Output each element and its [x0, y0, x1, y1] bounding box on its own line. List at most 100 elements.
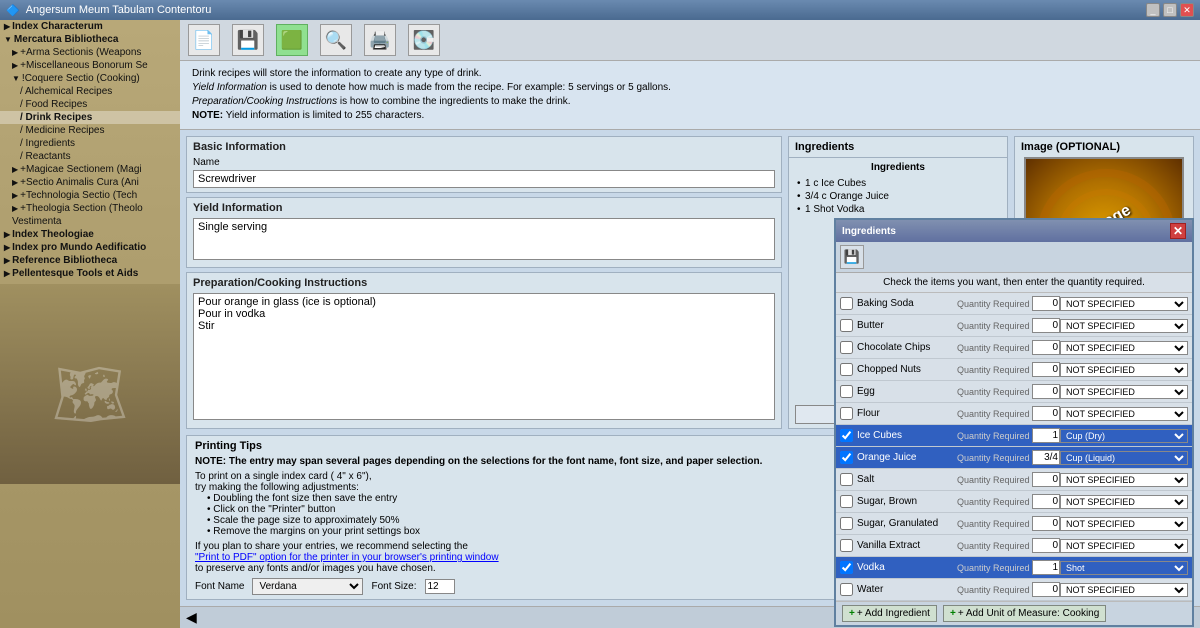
print-to-pdf-link[interactable]: "Print to PDF" option for the printer in… [195, 552, 499, 563]
salt-unit[interactable]: NOT SPECIFIED [1060, 473, 1188, 487]
yield-textarea[interactable]: Single serving [193, 218, 775, 260]
print-btn[interactable]: 🖨️ [364, 24, 396, 56]
sidebar-item-index-theo[interactable]: ▶Index Theologiae [0, 228, 180, 241]
sidebar-item-tech[interactable]: ▶+Technologia Sectio (Tech [0, 189, 180, 202]
sidebar-item-reference[interactable]: ▶Reference Bibliotheca [0, 254, 180, 267]
ingredient-row: Butter Quantity Required NOT SPECIFIED [836, 315, 1192, 337]
ingredient-row: Egg Quantity Required NOT SPECIFIED [836, 381, 1192, 403]
chopped-nuts-unit[interactable]: NOT SPECIFIED [1060, 363, 1188, 377]
expand-arrow: ▼ [12, 74, 20, 83]
search-btn[interactable]: 🔍 [320, 24, 352, 56]
sidebar-item-food[interactable]: / Food Recipes [0, 98, 180, 111]
font-name-select[interactable]: Verdana Arial Times New Roman [252, 578, 363, 595]
popup-close-btn[interactable]: ✕ [1170, 223, 1186, 239]
sidebar-item-vestimenta[interactable]: Vestimenta [0, 215, 180, 228]
water-qty[interactable] [1032, 582, 1060, 597]
baking-soda-check[interactable] [840, 297, 853, 310]
save-btn[interactable]: 💾 [232, 24, 264, 56]
egg-check[interactable] [840, 385, 853, 398]
sidebar-item-pellentesque[interactable]: ▶Pellentesque Tools et Aids [0, 267, 180, 280]
popup-save-btn[interactable]: 💾 [840, 245, 864, 269]
sidebar-item-ingredients[interactable]: / Ingredients [0, 137, 180, 150]
sidebar-item-misc[interactable]: ▶+Miscellaneous Bonorum Se [0, 59, 180, 72]
name-input[interactable] [193, 170, 775, 188]
basic-info-section: Basic Information Name [186, 136, 782, 193]
maximize-btn[interactable]: □ [1163, 3, 1177, 17]
vanilla-unit[interactable]: NOT SPECIFIED [1060, 539, 1188, 553]
water-unit[interactable]: NOT SPECIFIED [1060, 583, 1188, 597]
font-size-input[interactable] [425, 579, 455, 594]
baking-soda-qty[interactable] [1032, 296, 1060, 311]
sidebar-item-arma[interactable]: ▶+Arma Sectionis (Weapons [0, 46, 180, 59]
add-ingredient-btn[interactable]: + Add Ingredient [842, 605, 937, 622]
sugar-gran-qty[interactable] [1032, 516, 1060, 531]
expand-arrow: ▶ [4, 22, 10, 31]
chopped-nuts-qty[interactable] [1032, 362, 1060, 377]
oj-unit[interactable]: Cup (Liquid) [1060, 451, 1188, 465]
prep-textarea[interactable]: Pour orange in glass (ice is optional) P… [193, 293, 775, 420]
close-btn[interactable]: ✕ [1180, 3, 1194, 17]
choc-chips-name: Chocolate Chips [857, 342, 957, 353]
sugar-gran-unit[interactable]: NOT SPECIFIED [1060, 517, 1188, 531]
flour-check[interactable] [840, 407, 853, 420]
ice-cubes-unit[interactable]: Cup (Dry) [1060, 429, 1188, 443]
sidebar: ▶Index Characterum ▼Mercatura Bibliothec… [0, 20, 180, 628]
expand-arrow: ▼ [4, 35, 12, 44]
prep-italic: Preparation/Cooking Instructions [192, 96, 337, 107]
flour-unit[interactable]: NOT SPECIFIED [1060, 407, 1188, 421]
info-area: Drink recipes will store the information… [180, 61, 1200, 130]
vodka-qty[interactable] [1032, 560, 1060, 575]
chopped-nuts-check[interactable] [840, 363, 853, 376]
expand-arrow: ▶ [12, 48, 18, 57]
sidebar-item-magicae[interactable]: ▶+Magicae Sectionem (Magi [0, 163, 180, 176]
sidebar-item-medicine[interactable]: / Medicine Recipes [0, 124, 180, 137]
qty-label: Quantity Required [957, 299, 1032, 309]
sidebar-item-index-char[interactable]: ▶Index Characterum [0, 20, 180, 33]
ice-cubes-check[interactable] [840, 429, 853, 442]
sugar-brown-qty[interactable] [1032, 494, 1060, 509]
baking-soda-unit[interactable]: NOT SPECIFIED [1060, 297, 1188, 311]
flour-qty[interactable] [1032, 406, 1060, 421]
butter-check[interactable] [840, 319, 853, 332]
egg-unit[interactable]: NOT SPECIFIED [1060, 385, 1188, 399]
salt-check[interactable] [840, 473, 853, 486]
sidebar-item-drink[interactable]: / Drink Recipes [0, 111, 180, 124]
egg-qty[interactable] [1032, 384, 1060, 399]
ice-cubes-qty[interactable] [1032, 428, 1060, 443]
prev-btn[interactable]: ◀ [186, 609, 197, 626]
salt-name: Salt [857, 474, 957, 485]
salt-qty[interactable] [1032, 472, 1060, 487]
butter-unit[interactable]: NOT SPECIFIED [1060, 319, 1188, 333]
sidebar-item-index-pro[interactable]: ▶Index pro Mundo Aedificatio [0, 241, 180, 254]
baking-soda-name: Baking Soda [857, 298, 957, 309]
ice-cubes-name: Ice Cubes [857, 430, 957, 441]
choc-chips-check[interactable] [840, 341, 853, 354]
export-btn[interactable]: 💽 [408, 24, 440, 56]
new-btn[interactable]: 📄 [188, 24, 220, 56]
sidebar-item-animalis[interactable]: ▶+Sectio Animalis Cura (Ani [0, 176, 180, 189]
oj-check[interactable] [840, 451, 853, 464]
vodka-check[interactable] [840, 561, 853, 574]
sugar-brown-check[interactable] [840, 495, 853, 508]
info-line2: Yield Information is used to denote how … [192, 81, 1188, 95]
water-check[interactable] [840, 583, 853, 596]
butter-qty[interactable] [1032, 318, 1060, 333]
vanilla-check[interactable] [840, 539, 853, 552]
sidebar-item-theologia[interactable]: ▶+Theologia Section (Theolo [0, 202, 180, 215]
oj-qty[interactable] [1032, 450, 1060, 465]
vanilla-qty[interactable] [1032, 538, 1060, 553]
sidebar-item-coquere[interactable]: ▼!Coquere Sectio (Cooking) [0, 72, 180, 85]
choc-chips-unit[interactable]: NOT SPECIFIED [1060, 341, 1188, 355]
sugar-gran-check[interactable] [840, 517, 853, 530]
sidebar-item-reactants[interactable]: / Reactants [0, 150, 180, 163]
choc-chips-qty[interactable] [1032, 340, 1060, 355]
popup-footer: + Add Ingredient + Add Unit of Measure: … [836, 601, 1192, 625]
window-controls[interactable]: _ □ ✕ [1146, 3, 1194, 17]
sidebar-item-mercatura[interactable]: ▼Mercatura Bibliotheca [0, 33, 180, 46]
vodka-unit[interactable]: Shot [1060, 561, 1188, 575]
add-btn[interactable]: 🟩 [276, 24, 308, 56]
sidebar-item-alchemical[interactable]: / Alchemical Recipes [0, 85, 180, 98]
add-unit-btn[interactable]: + Add Unit of Measure: Cooking [943, 605, 1106, 622]
minimize-btn[interactable]: _ [1146, 3, 1160, 17]
sugar-brown-unit[interactable]: NOT SPECIFIED [1060, 495, 1188, 509]
